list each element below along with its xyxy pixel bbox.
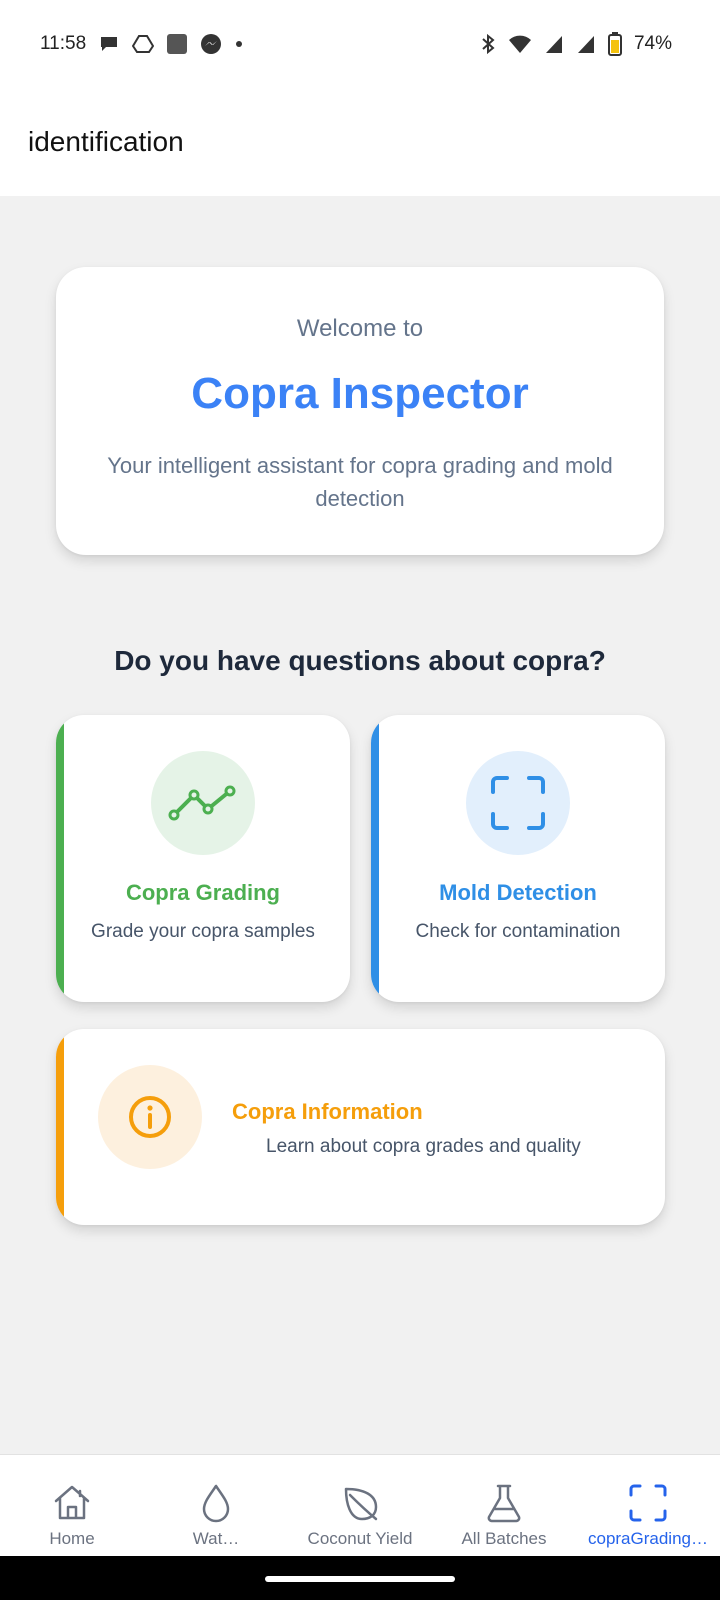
nav-item-copra-grading[interactable]: copraGrading… (576, 1455, 720, 1557)
app-brand-title: Copra Inspector (191, 369, 529, 418)
card-subtitle: Check for contamination (415, 921, 621, 942)
nav-label: copraGrading… (587, 1529, 708, 1548)
scan-frame-icon (491, 776, 545, 830)
status-left: 11:58 (40, 33, 244, 55)
trend-line-icon (168, 785, 236, 821)
mold-detection-card[interactable]: Mold Detection Check for contamination (371, 715, 665, 1002)
leaf-icon (344, 1487, 378, 1521)
wifi-icon (508, 35, 531, 53)
card-title: Mold Detection (439, 880, 597, 905)
section-heading: Do you have questions about copra? (114, 645, 606, 676)
info-icon-circle (98, 1065, 202, 1169)
status-bar: 11:58 74% (0, 0, 720, 88)
card-title: Copra Grading (125, 880, 280, 905)
dot-icon (236, 41, 243, 47)
grading-icon-circle (151, 751, 255, 855)
system-gesture-bar (0, 1556, 720, 1600)
home-gesture-handle[interactable] (265, 1576, 455, 1582)
card-accent (371, 715, 379, 1002)
battery-icon (607, 32, 622, 56)
card-subtitle: Grade your copra samples (91, 921, 315, 942)
signal-icon (577, 36, 594, 53)
welcome-description: Your intelligent assistant for copra gra… (107, 453, 613, 511)
nav-label: Wat… (192, 1529, 240, 1548)
nav-label: All Batches (461, 1529, 547, 1548)
copra-information-card[interactable]: Copra Information Learn about copra grad… (56, 1029, 665, 1225)
bottom-navigation: Home Wat… Coconut Yield All Batches copr… (0, 1454, 720, 1556)
card-accent (56, 715, 64, 1002)
nav-label: Coconut Yield (307, 1529, 413, 1548)
card-accent (56, 1029, 64, 1225)
home-icon (54, 1485, 90, 1520)
battery-percent: 74% (633, 33, 672, 54)
nav-item-coconut-yield[interactable]: Coconut Yield (288, 1455, 432, 1557)
flask-icon (487, 1484, 521, 1523)
card-subtitle: Learn about copra grades and quality (266, 1136, 581, 1157)
water-drop-icon (202, 1484, 230, 1523)
bluetooth-icon (482, 33, 495, 55)
card-title: Copra Information (232, 1099, 423, 1124)
drive-icon (132, 35, 155, 53)
status-time: 11:58 (40, 33, 87, 54)
nav-item-water[interactable]: Wat… (144, 1455, 288, 1557)
nav-item-all-batches[interactable]: All Batches (432, 1455, 576, 1557)
signal-icon (545, 36, 562, 53)
nav-item-home[interactable]: Home (0, 1455, 144, 1557)
nav-label: Home (49, 1529, 95, 1548)
status-right: 74% (480, 32, 672, 56)
welcome-card: Welcome to Copra Inspector Your intellig… (56, 267, 664, 555)
chat-bubble-icon (101, 37, 118, 51)
copra-grading-card[interactable]: Copra Grading Grade your copra samples (56, 715, 350, 1002)
scan-frame-icon (629, 1484, 667, 1522)
mold-icon-circle (466, 751, 570, 855)
page-title: identification (28, 126, 184, 157)
app-square-icon (167, 34, 188, 54)
info-icon (129, 1096, 171, 1138)
welcome-pre-title: Welcome to (296, 315, 424, 342)
messenger-icon (201, 34, 222, 54)
app-header: identification (0, 88, 720, 196)
